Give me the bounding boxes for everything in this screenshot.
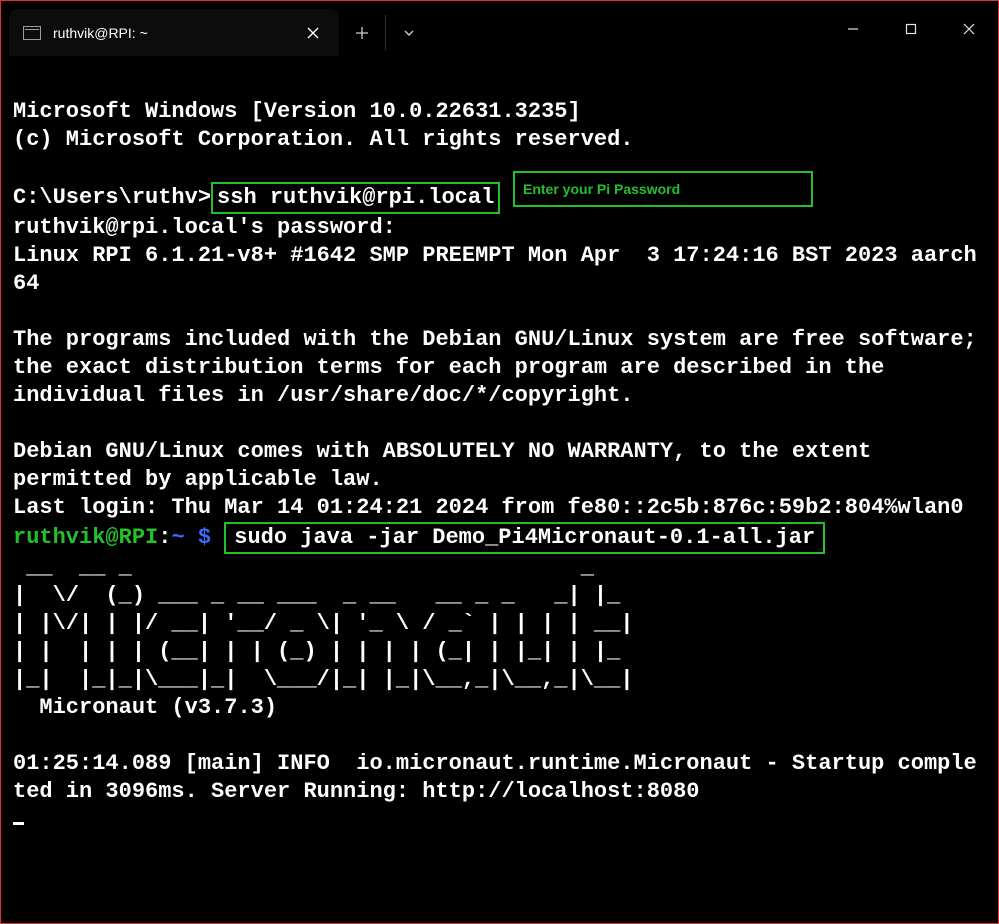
motd-line: the exact distribution terms for each pr… bbox=[13, 355, 884, 380]
minimize-button[interactable] bbox=[824, 1, 882, 56]
motd-line: permitted by applicable law. bbox=[13, 467, 383, 492]
plus-icon bbox=[355, 26, 369, 40]
ascii-banner-line: | |\/| | |/ __| '__/ _ \| '_ \ / _` | | … bbox=[13, 611, 634, 636]
terminal-viewport[interactable]: Microsoft Windows [Version 10.0.22631.32… bbox=[1, 56, 998, 862]
log-line: 01:25:14.089 [main] INFO io.micronaut.ru… bbox=[13, 751, 977, 804]
ssh-command-highlight: ssh ruthvik@rpi.local bbox=[211, 182, 500, 214]
ascii-banner-line: __ __ _ _ bbox=[13, 555, 634, 580]
rpi-prompt-colon: : bbox=[158, 525, 171, 550]
uname-line: Linux RPI 6.1.21-v8+ #1642 SMP PREEMPT M… bbox=[13, 243, 977, 296]
motd-line: individual files in /usr/share/doc/*/cop… bbox=[13, 383, 634, 408]
ascii-banner-line: | \/ (_) ___ _ __ ___ _ __ __ _ _ _| |_ bbox=[13, 583, 634, 608]
rpi-prompt-user: ruthvik@RPI bbox=[13, 525, 158, 550]
terminal-tab[interactable]: ruthvik@RPI: ~ bbox=[9, 9, 339, 56]
terminal-line: Microsoft Windows [Version 10.0.22631.32… bbox=[13, 99, 581, 124]
new-tab-button[interactable] bbox=[339, 9, 385, 56]
terminal-line: (c) Microsoft Corporation. All rights re… bbox=[13, 127, 634, 152]
maximize-button[interactable] bbox=[882, 1, 940, 56]
rpi-prompt-dollar: $ bbox=[198, 525, 211, 550]
rpi-prompt-path: ~ bbox=[171, 525, 184, 550]
ascii-banner-line: | | | | | (__| | | (_) | | | | (_| | |_|… bbox=[13, 639, 634, 664]
window-controls bbox=[824, 1, 998, 56]
java-command: sudo java -jar Demo_Pi4Micronaut-0.1-all… bbox=[234, 525, 815, 550]
password-annotation: Enter your Pi Password bbox=[513, 171, 813, 207]
tab-title: ruthvik@RPI: ~ bbox=[53, 25, 148, 41]
win-prompt: C:\Users\ruthv> bbox=[13, 185, 211, 210]
close-window-button[interactable] bbox=[940, 1, 998, 56]
titlebar: ruthvik@RPI: ~ bbox=[1, 1, 998, 56]
ascii-banner-line: Micronaut (v3.7.3) bbox=[13, 695, 277, 720]
password-prompt: ruthvik@rpi.local's password: bbox=[13, 215, 396, 240]
ascii-banner-line: |_| |_|_|\___|_| \___/|_| |_|\__,_|\__,_… bbox=[13, 667, 634, 692]
close-icon bbox=[962, 22, 976, 36]
maximize-icon bbox=[905, 23, 917, 35]
terminal-icon bbox=[23, 26, 41, 40]
terminal-cursor bbox=[13, 822, 24, 825]
motd-line: The programs included with the Debian GN… bbox=[13, 327, 977, 352]
chevron-down-icon bbox=[403, 27, 415, 39]
java-command-highlight: sudo java -jar Demo_Pi4Micronaut-0.1-all… bbox=[224, 522, 825, 554]
close-icon bbox=[307, 27, 319, 39]
tab-dropdown-button[interactable] bbox=[386, 9, 432, 56]
ssh-command: ssh ruthvik@rpi.local bbox=[217, 185, 494, 210]
minimize-icon bbox=[847, 23, 859, 35]
last-login-line: Last login: Thu Mar 14 01:24:21 2024 fro… bbox=[13, 495, 964, 520]
tab-close-button[interactable] bbox=[301, 21, 325, 45]
motd-line: Debian GNU/Linux comes with ABSOLUTELY N… bbox=[13, 439, 871, 464]
